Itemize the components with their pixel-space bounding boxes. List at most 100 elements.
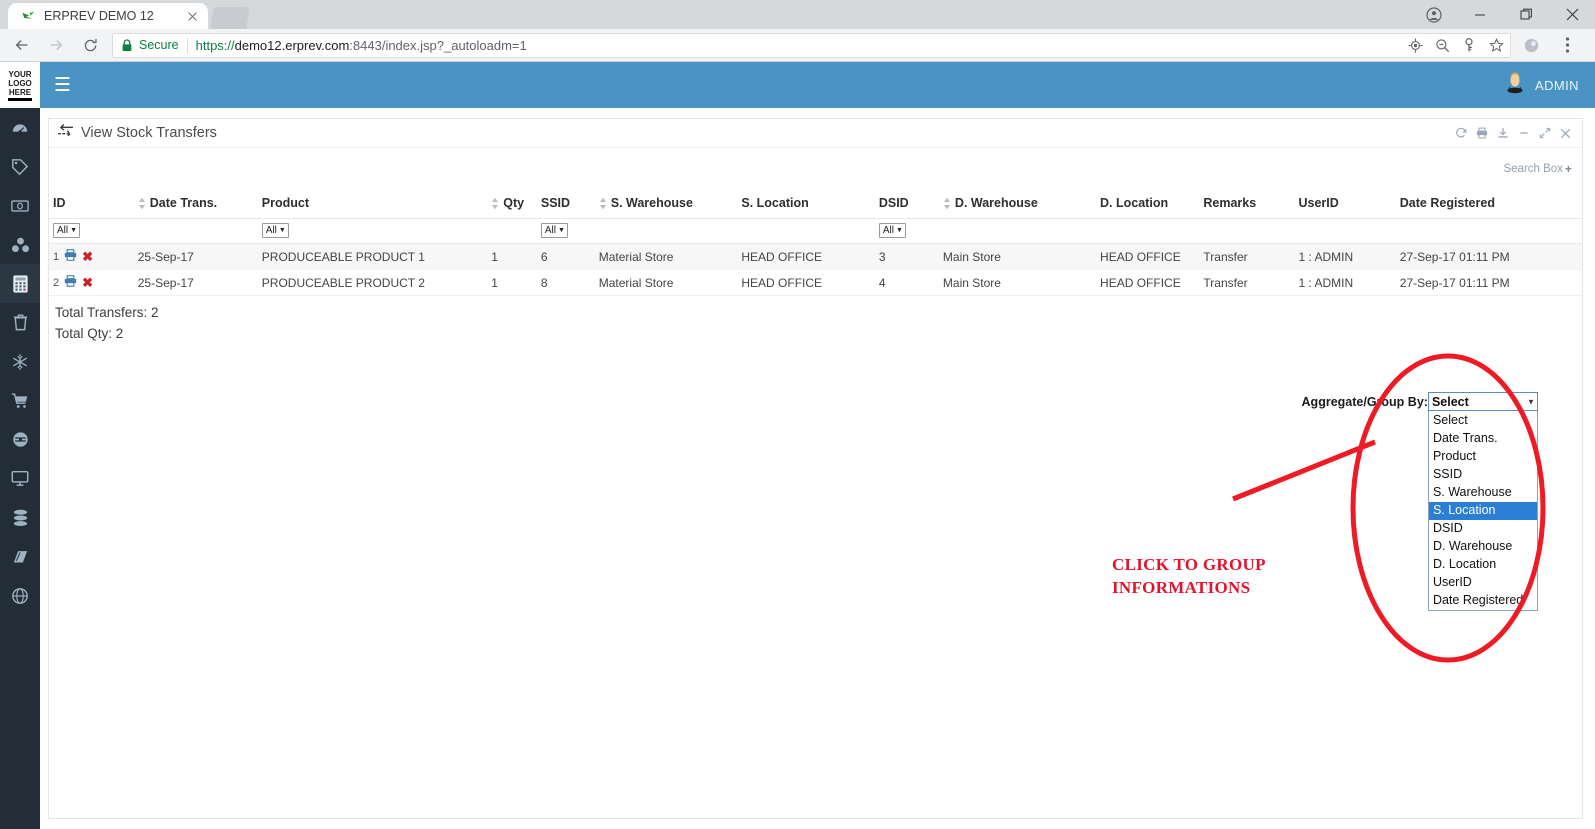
refresh-icon[interactable] [1455, 127, 1467, 139]
col-header-ssid[interactable]: SSID [536, 190, 595, 219]
aggregate-option-ssid[interactable]: SSID [1429, 466, 1537, 484]
col-header-dsid[interactable]: DSID [874, 190, 939, 219]
cell-remarks: Transfer [1199, 269, 1295, 296]
close-window-button[interactable] [1549, 0, 1595, 29]
print-icon[interactable] [1476, 127, 1488, 139]
download-icon[interactable] [1497, 127, 1509, 139]
filter-cell-remarks [1199, 218, 1295, 244]
logo-line-2: LOGO [8, 78, 32, 88]
delete-row-icon[interactable]: ✖ [82, 250, 93, 263]
aggregate-option-d-warehouse[interactable]: D. Warehouse [1429, 538, 1537, 556]
print-row-icon[interactable] [64, 275, 77, 290]
col-header-date-trans[interactable]: Date Trans. [133, 190, 258, 219]
col-header-userid[interactable]: UserID [1294, 190, 1396, 219]
filter-select-product[interactable]: All ▼ [261, 223, 289, 238]
search-box-toggle[interactable]: Search Box + [1503, 162, 1571, 176]
hamburger-menu-icon[interactable]: ☰ [54, 76, 71, 95]
profile-icon[interactable] [1411, 0, 1457, 29]
aggregate-option-date-registered[interactable]: Date Registered [1429, 592, 1537, 610]
sidebar-item-inventory[interactable] [0, 225, 40, 264]
aggregate-option-userid[interactable]: UserID [1429, 574, 1537, 592]
print-row-icon[interactable] [64, 249, 77, 264]
col-label: SSID [540, 196, 571, 210]
page-title: View Stock Transfers [57, 124, 217, 142]
sidebar-item-sales[interactable] [0, 147, 40, 186]
app-logo[interactable]: YOUR LOGO HERE [0, 62, 40, 108]
maximize-button[interactable] [1503, 0, 1549, 29]
sidebar-item-dashboard[interactable] [0, 108, 40, 147]
location-target-icon[interactable] [1407, 37, 1423, 53]
col-header-product[interactable]: Product [257, 190, 488, 219]
sidebar-item-waste[interactable] [0, 303, 40, 342]
browser-tab[interactable]: ERPREV DEMO 12 [8, 3, 208, 29]
sidebar-item-reports[interactable] [0, 537, 40, 576]
col-header-d-location[interactable]: D. Location [1096, 190, 1200, 219]
close-icon[interactable] [184, 8, 200, 24]
aggregate-option-dsid[interactable]: DSID [1429, 520, 1537, 538]
delete-row-icon[interactable]: ✖ [82, 276, 93, 289]
key-icon[interactable] [1461, 37, 1477, 53]
aggregate-option-s-warehouse[interactable]: S. Warehouse [1429, 484, 1537, 502]
gauge-icon [11, 119, 29, 137]
stock-transfers-panel: View Stock Transfers Search Box + ID Dat… [48, 118, 1583, 819]
minimize-button[interactable] [1457, 0, 1503, 29]
aggregate-option-date-trans[interactable]: Date Trans. [1429, 430, 1537, 448]
sidebar-item-pos[interactable] [0, 459, 40, 498]
reload-icon[interactable] [76, 31, 104, 59]
cell-s-warehouse: Material Store [594, 269, 738, 296]
cell-dsid: 4 [874, 269, 939, 296]
aggregate-select[interactable]: Select ▼ [1427, 392, 1538, 411]
col-header-date-registered[interactable]: Date Registered [1395, 190, 1582, 219]
col-label: Date Registered [1399, 196, 1495, 210]
panel-header: View Stock Transfers [49, 119, 1582, 148]
exchange-arrows-icon [57, 124, 74, 142]
sidebar-item-production[interactable] [0, 420, 40, 459]
col-header-s-location[interactable]: S. Location [737, 190, 875, 219]
table-row[interactable]: 1 ✖ 25-Sep-17 PRODUCEABLE PRODUCT 1 1 6 … [49, 243, 1582, 270]
toolbar-right [1517, 31, 1587, 59]
col-header-d-warehouse[interactable]: D. Warehouse [938, 190, 1097, 219]
col-label: S. Warehouse [610, 196, 693, 210]
row-id: 2 [53, 276, 60, 289]
filter-select-dsid[interactable]: All ▼ [878, 223, 906, 238]
chevron-down-icon: ▼ [557, 227, 565, 234]
close-panel-icon[interactable] [1560, 127, 1572, 139]
sidebar-item-purchase[interactable] [0, 381, 40, 420]
chrome-menu-icon[interactable] [1553, 31, 1581, 59]
row-actions: 1 ✖ [53, 249, 130, 264]
aggregate-option-s-location[interactable]: S. Location [1428, 502, 1537, 520]
app-topbar: ☰ ADMIN [40, 62, 1595, 108]
user-avatar-icon[interactable] [1505, 71, 1525, 99]
new-tab-icon[interactable] [210, 7, 250, 29]
sidebar-item-stock[interactable] [0, 264, 40, 303]
table-row[interactable]: 2 ✖ 25-Sep-17 PRODUCEABLE PRODUCT 2 1 8 … [49, 269, 1582, 296]
bookmark-star-icon[interactable] [1488, 37, 1504, 53]
address-bar[interactable]: Secure https://demo12.erprev.com:8443/in… [112, 32, 1511, 58]
aggregate-selected-value: Select [1431, 394, 1469, 409]
zoom-out-icon[interactable] [1434, 37, 1450, 53]
filter-select-id[interactable]: All ▼ [53, 223, 81, 238]
aggregate-option-select[interactable]: Select [1429, 412, 1537, 430]
forward-arrow-icon[interactable] [42, 31, 70, 59]
minimize-panel-icon[interactable] [1518, 127, 1530, 139]
aggregate-option-d-location[interactable]: D. Location [1429, 556, 1537, 574]
col-header-remarks[interactable]: Remarks [1199, 190, 1295, 219]
lock-icon [121, 38, 134, 52]
filter-value: All [882, 225, 894, 236]
col-header-s-warehouse[interactable]: S. Warehouse [594, 190, 738, 219]
browser-profile-avatar-icon[interactable] [1517, 31, 1545, 59]
sidebar-item-cold-storage[interactable] [0, 342, 40, 381]
aggregate-option-product[interactable]: Product [1429, 448, 1537, 466]
back-arrow-icon[interactable] [8, 31, 36, 59]
cell-ssid: 6 [536, 243, 595, 270]
filter-select-ssid[interactable]: All ▼ [540, 223, 568, 238]
sidebar-item-finance[interactable] [0, 186, 40, 225]
sidebar-item-settings[interactable] [0, 576, 40, 615]
money-icon [11, 199, 29, 213]
expand-panel-icon[interactable] [1539, 127, 1551, 139]
filter-cell-d-warehouse [938, 218, 1097, 244]
col-header-id[interactable]: ID [49, 190, 134, 219]
col-header-qty[interactable]: Qty [487, 190, 537, 219]
sidebar-item-database[interactable] [0, 498, 40, 537]
cell-product: PRODUCEABLE PRODUCT 2 [257, 269, 488, 296]
